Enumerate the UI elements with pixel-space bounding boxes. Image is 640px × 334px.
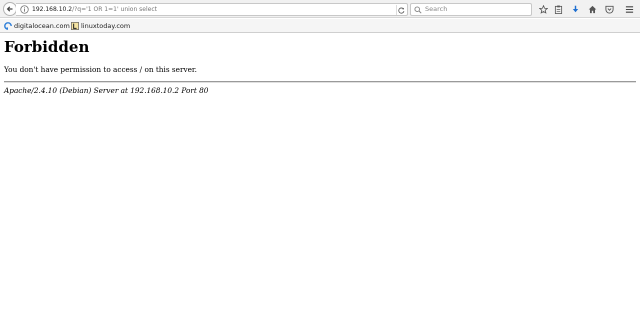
- digitalocean-icon: [4, 22, 12, 30]
- downloads-button[interactable]: [570, 4, 580, 14]
- page-content: Forbidden You don't have permission to a…: [0, 34, 640, 334]
- bookmark-label: digitalocean.com: [14, 22, 70, 30]
- download-icon: [572, 5, 578, 12]
- browser-toolbar: 192.168.10.2/?q='1 OR 1=1' union select …: [0, 0, 640, 18]
- back-button[interactable]: [3, 2, 17, 16]
- reading-list-button[interactable]: [553, 4, 563, 14]
- home-icon: [588, 5, 596, 13]
- pocket-icon: [604, 5, 614, 14]
- search-placeholder: Search: [425, 5, 448, 13]
- back-arrow-icon: [6, 6, 13, 12]
- home-button[interactable]: [587, 4, 597, 14]
- clipboard-icon: [554, 5, 562, 14]
- url-bar[interactable]: 192.168.10.2/?q='1 OR 1=1' union select: [16, 3, 408, 16]
- server-signature: Apache/2.4.10 (Debian) Server at 192.168…: [4, 86, 209, 95]
- url-host: 192.168.10.2: [32, 6, 73, 13]
- reload-icon: [398, 7, 405, 14]
- search-bar[interactable]: Search: [410, 3, 532, 16]
- menu-button[interactable]: [624, 4, 634, 14]
- bookmark-star-icon: [538, 4, 548, 14]
- error-message: You don't have permission to access / on…: [4, 65, 197, 74]
- url-text[interactable]: 192.168.10.2/?q='1 OR 1=1' union select: [32, 5, 157, 14]
- menu-icon: [625, 5, 633, 13]
- linuxtoday-icon: [71, 22, 79, 30]
- bookmarks-toolbar: digitalocean.com linuxtoday.com: [0, 19, 640, 33]
- bookmark-star-button[interactable]: [538, 4, 548, 14]
- pocket-button[interactable]: [604, 4, 614, 14]
- bookmark-item[interactable]: digitalocean.com: [4, 21, 70, 31]
- bookmark-item[interactable]: linuxtoday.com: [71, 21, 130, 31]
- horizontal-rule: [4, 81, 636, 83]
- bookmark-label: linuxtoday.com: [81, 22, 131, 30]
- info-icon[interactable]: [20, 5, 29, 14]
- search-icon: [414, 6, 422, 14]
- reload-button[interactable]: [396, 5, 406, 15]
- page-title: Forbidden: [4, 38, 90, 56]
- url-path: /?q='1 OR 1=1' union select: [72, 6, 157, 13]
